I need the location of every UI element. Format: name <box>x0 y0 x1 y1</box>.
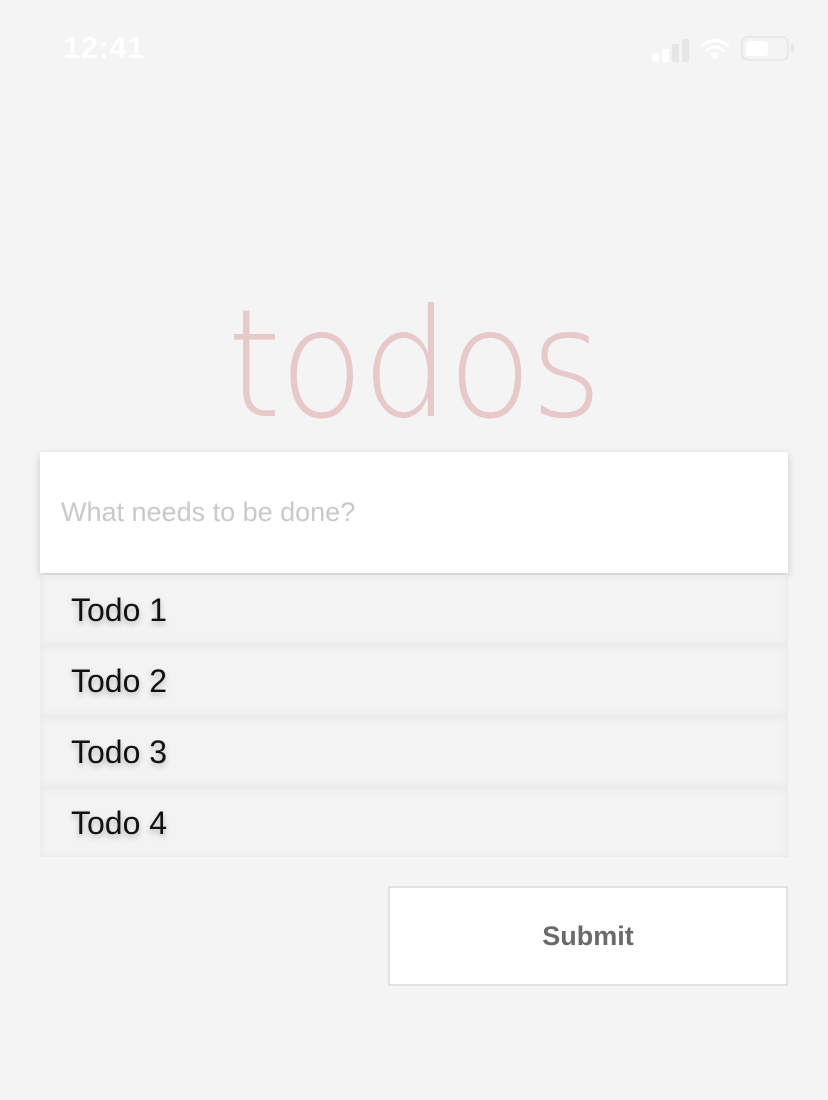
status-bar: 12:41 <box>0 0 828 100</box>
todo-item[interactable]: Todo 1 <box>40 575 788 646</box>
submit-button[interactable]: Submit <box>388 886 788 986</box>
app-screen: 12:41 todos Todo 1 Todo 2 Todo 3 Todo 4 Sub… <box>0 0 828 1100</box>
cellular-signal-icon <box>652 38 690 62</box>
todo-item-label: Todo 2 <box>71 662 168 699</box>
battery-cap <box>791 44 794 53</box>
todo-item[interactable]: Todo 3 <box>40 717 788 788</box>
todo-item[interactable]: Todo 2 <box>40 646 788 717</box>
battery-icon <box>741 36 789 61</box>
todo-item[interactable]: Todo 4 <box>40 788 788 857</box>
todo-item-label: Todo 1 <box>71 591 168 628</box>
battery-level <box>746 41 768 56</box>
todo-item-label: Todo 3 <box>71 733 168 770</box>
wifi-icon <box>700 38 730 60</box>
new-todo-input[interactable] <box>40 452 788 573</box>
todo-item-label: Todo 4 <box>71 804 168 841</box>
app-title-text: todos <box>227 278 602 452</box>
status-time: 12:41 <box>63 30 145 65</box>
todo-list: Todo 1 Todo 2 Todo 3 Todo 4 <box>40 575 788 857</box>
app-title: todos <box>0 290 828 440</box>
